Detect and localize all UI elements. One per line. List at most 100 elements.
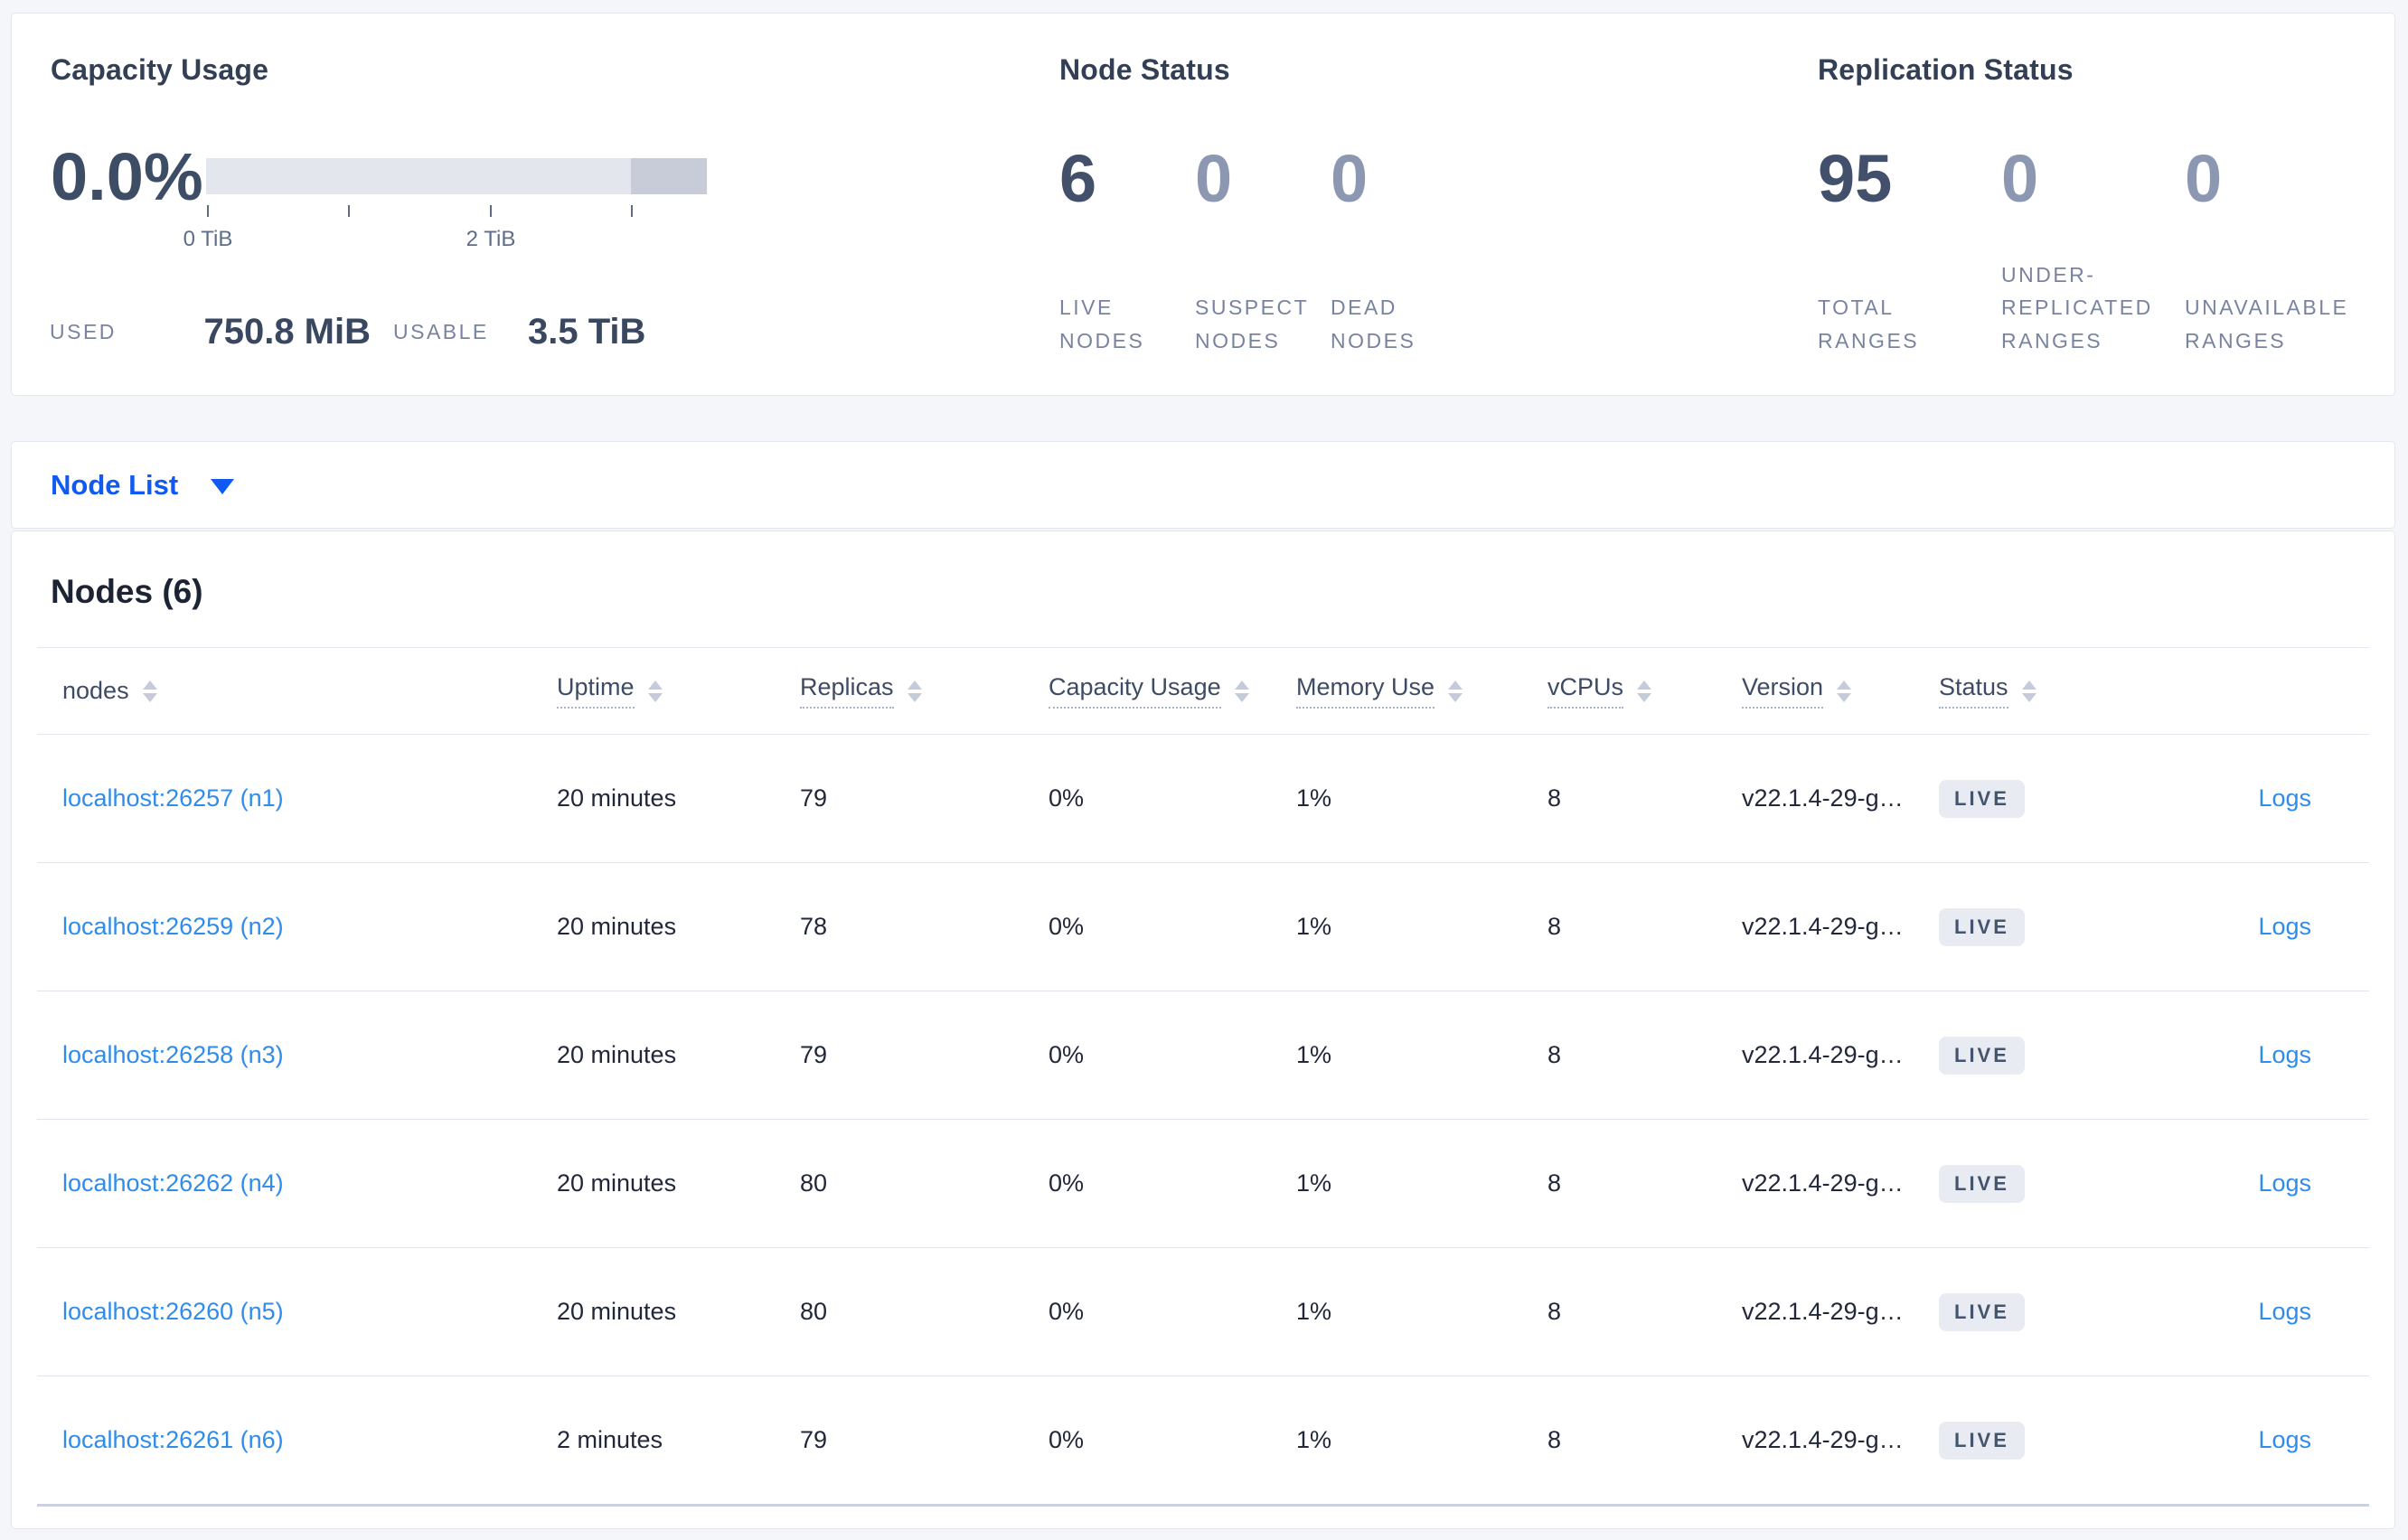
column-header-label: nodes: [62, 677, 129, 704]
logs-link[interactable]: Logs: [2258, 1041, 2311, 1068]
used-label: USED: [50, 320, 117, 343]
replicas-cell: 78: [800, 913, 828, 940]
version-cell: v22.1.4-29-g…: [1742, 1298, 1904, 1325]
chevron-down-icon: [211, 479, 235, 494]
node-list-dropdown-label: Node List: [51, 468, 179, 501]
logs-link[interactable]: Logs: [2258, 1426, 2311, 1453]
node-address-link[interactable]: localhost:26260 (n5): [62, 1298, 284, 1325]
column-header-replicas[interactable]: Replicas: [800, 673, 1049, 709]
column-header-status[interactable]: Status: [1939, 673, 2125, 709]
version-cell: v22.1.4-29-g…: [1742, 784, 1904, 812]
usable-value: 3.5 TiB: [528, 312, 646, 352]
column-header-capacity-usage[interactable]: Capacity Usage: [1049, 673, 1296, 709]
node-address-link[interactable]: localhost:26259 (n2): [62, 913, 284, 940]
sort-arrows-icon: [2021, 680, 2036, 702]
table-body: localhost:26257 (n1) 20 minutes 79 0% 1%…: [37, 735, 2369, 1507]
summary-stat: 0 DEAD NODES: [1331, 146, 1466, 359]
logs-link[interactable]: Logs: [2258, 1298, 2311, 1325]
column-header-uptime[interactable]: Uptime: [557, 673, 800, 709]
stat-value: 0: [2001, 141, 2039, 216]
stat-label: UNDER-REPLICATED RANGES: [2001, 263, 2153, 352]
capacity-usage-title: Capacity Usage: [51, 53, 269, 86]
node-address-link[interactable]: localhost:26258 (n3): [62, 1041, 284, 1068]
live-status-badge: LIVE: [1939, 907, 2025, 946]
nodes-table-panel: Nodes (6) nodes Uptime Replicas Capacity…: [11, 531, 2395, 1529]
nodes-table: nodes Uptime Replicas Capacity Usage Mem…: [37, 647, 2369, 1507]
version-cell: v22.1.4-29-g…: [1742, 913, 1904, 940]
axis-tick-label: 2 TiB: [466, 227, 516, 251]
version-cell: v22.1.4-29-g…: [1742, 1169, 1904, 1197]
replicas-cell: 79: [800, 784, 828, 812]
logs-cell: Logs: [2125, 1169, 2369, 1197]
axis-tick: [490, 205, 492, 217]
column-header-memory-use[interactable]: Memory Use: [1296, 673, 1547, 709]
replicas-cell: 80: [800, 1298, 828, 1325]
node-list-dropdown[interactable]: Node List: [51, 468, 235, 502]
axis-tick: [631, 205, 633, 217]
sort-arrows-icon: [907, 680, 922, 702]
table-row: localhost:26258 (n3) 20 minutes 79 0% 1%…: [37, 991, 2369, 1120]
capacity-usage-cell: 0%: [1049, 784, 1085, 812]
replicas-cell: 80: [800, 1169, 828, 1197]
stat-value: 0: [1195, 141, 1233, 216]
vcpus-cell: 8: [1547, 1041, 1562, 1068]
axis-tick: [207, 205, 209, 217]
live-status-badge: LIVE: [1939, 779, 2025, 818]
node-address-link[interactable]: localhost:26262 (n4): [62, 1169, 284, 1197]
stat-value: 0: [1331, 141, 1369, 216]
version-cell: v22.1.4-29-g…: [1742, 1426, 1904, 1453]
summary-stat: 6 LIVE NODES: [1059, 146, 1195, 359]
sort-arrows-icon: [1448, 680, 1463, 702]
column-header-label: Version: [1742, 673, 1824, 709]
version-cell: v22.1.4-29-g…: [1742, 1041, 1904, 1068]
table-header-row: nodes Uptime Replicas Capacity Usage Mem…: [37, 648, 2369, 735]
logs-cell: Logs: [2125, 1298, 2369, 1326]
logs-cell: Logs: [2125, 913, 2369, 941]
column-header-label: Capacity Usage: [1049, 673, 1221, 709]
logs-link[interactable]: Logs: [2258, 1169, 2311, 1197]
memory-use-cell: 1%: [1296, 913, 1332, 940]
column-header-vcpus[interactable]: vCPUs: [1547, 673, 1742, 709]
node-address-cell: localhost:26261 (n6): [37, 1426, 557, 1454]
live-status-badge: LIVE: [1939, 1164, 2025, 1203]
node-status-stats: 6 LIVE NODES 0 SUSPECT NODES 0 DEAD NODE…: [1059, 146, 1466, 359]
sort-arrows-icon: [142, 680, 157, 702]
memory-use-cell: 1%: [1296, 784, 1332, 812]
column-header-label: vCPUs: [1547, 673, 1624, 709]
logs-link[interactable]: Logs: [2258, 913, 2311, 940]
capacity-usage-cell: 0%: [1049, 1169, 1085, 1197]
column-header-label: Memory Use: [1296, 673, 1435, 709]
sort-arrows-icon: [1234, 680, 1249, 702]
capacity-used-percent: 0.0%: [51, 139, 203, 214]
nodes-table-title: Nodes (6): [51, 573, 203, 610]
replication-status-title: Replication Status: [1818, 53, 2074, 86]
status-cell: LIVE: [1939, 1036, 2125, 1075]
stat-label: SUSPECT NODES: [1195, 296, 1309, 352]
column-header-label: Status: [1939, 673, 2008, 709]
table-row: localhost:26261 (n6) 2 minutes 79 0% 1% …: [37, 1376, 2369, 1507]
logs-cell: Logs: [2125, 1426, 2369, 1454]
summary-stat: 0 UNAVAILABLE RANGES: [2185, 146, 2368, 359]
column-header-label: Uptime: [557, 673, 635, 709]
capacity-used-usable-row: USED 750.8 MiB USABLE 3.5 TiB: [12, 308, 825, 355]
capacity-bar-axis: 0 TiB 2 TiB: [183, 189, 707, 270]
column-header-version[interactable]: Version: [1742, 673, 1939, 709]
sort-arrows-icon: [1637, 680, 1652, 702]
vcpus-cell: 8: [1547, 913, 1562, 940]
uptime-cell: 20 minutes: [557, 784, 677, 812]
column-header-label: Replicas: [800, 673, 894, 709]
logs-cell: Logs: [2125, 784, 2369, 812]
node-address-cell: localhost:26260 (n5): [37, 1298, 557, 1326]
table-row: localhost:26262 (n4) 20 minutes 80 0% 1%…: [37, 1120, 2369, 1248]
node-address-link[interactable]: localhost:26257 (n1): [62, 784, 284, 812]
node-address-cell: localhost:26257 (n1): [37, 784, 557, 812]
stat-label: DEAD NODES: [1331, 296, 1416, 352]
node-address-link[interactable]: localhost:26261 (n6): [62, 1426, 284, 1453]
capacity-usage-cell: 0%: [1049, 913, 1085, 940]
stat-label: LIVE NODES: [1059, 296, 1145, 352]
logs-link[interactable]: Logs: [2258, 784, 2311, 812]
column-header-nodes[interactable]: nodes: [37, 677, 557, 705]
replicas-cell: 79: [800, 1426, 828, 1453]
memory-use-cell: 1%: [1296, 1426, 1332, 1453]
vcpus-cell: 8: [1547, 1169, 1562, 1197]
